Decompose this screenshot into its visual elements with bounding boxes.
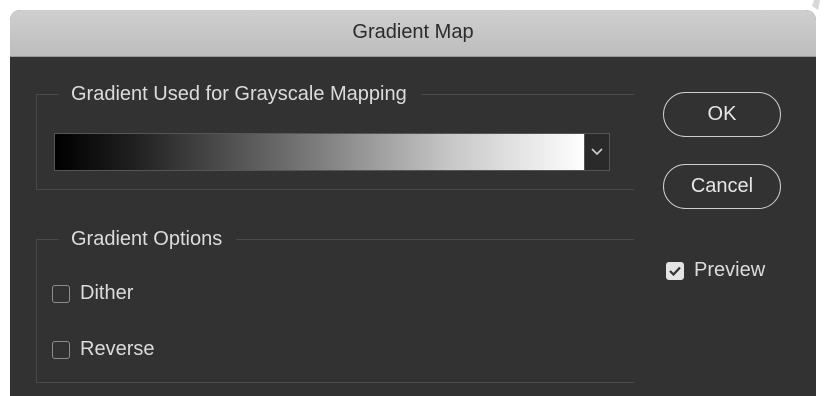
chevron-down-icon [591, 148, 603, 156]
title-bar[interactable]: Gradient Map [10, 10, 816, 57]
reverse-label: Reverse [80, 338, 155, 360]
gradient-preview-swatch[interactable] [55, 134, 585, 170]
options-group-legend: Gradient Options [59, 226, 237, 252]
gradient-dropdown-button[interactable] [584, 134, 609, 170]
options-group: Gradient Options [36, 226, 634, 383]
gradient-group-legend: Gradient Used for Grayscale Mapping [59, 81, 421, 107]
reverse-checkbox[interactable] [52, 340, 70, 359]
dither-option[interactable]: Dither [52, 282, 133, 305]
gradient-picker[interactable] [54, 133, 610, 171]
dither-checkbox[interactable] [52, 284, 70, 303]
cancel-button[interactable]: Cancel [663, 164, 781, 209]
ok-button[interactable]: OK [663, 92, 781, 137]
reverse-option[interactable]: Reverse [52, 338, 154, 361]
preview-label: Preview [694, 259, 766, 281]
preview-option[interactable]: Preview [666, 259, 765, 282]
dither-label: Dither [80, 282, 134, 304]
checkmark-icon [669, 266, 681, 276]
gradient-map-dialog: Gradient Map Gradient Used for Grayscale… [10, 10, 816, 396]
preview-checkbox[interactable] [666, 261, 684, 280]
dialog-title: Gradient Map [352, 21, 474, 43]
